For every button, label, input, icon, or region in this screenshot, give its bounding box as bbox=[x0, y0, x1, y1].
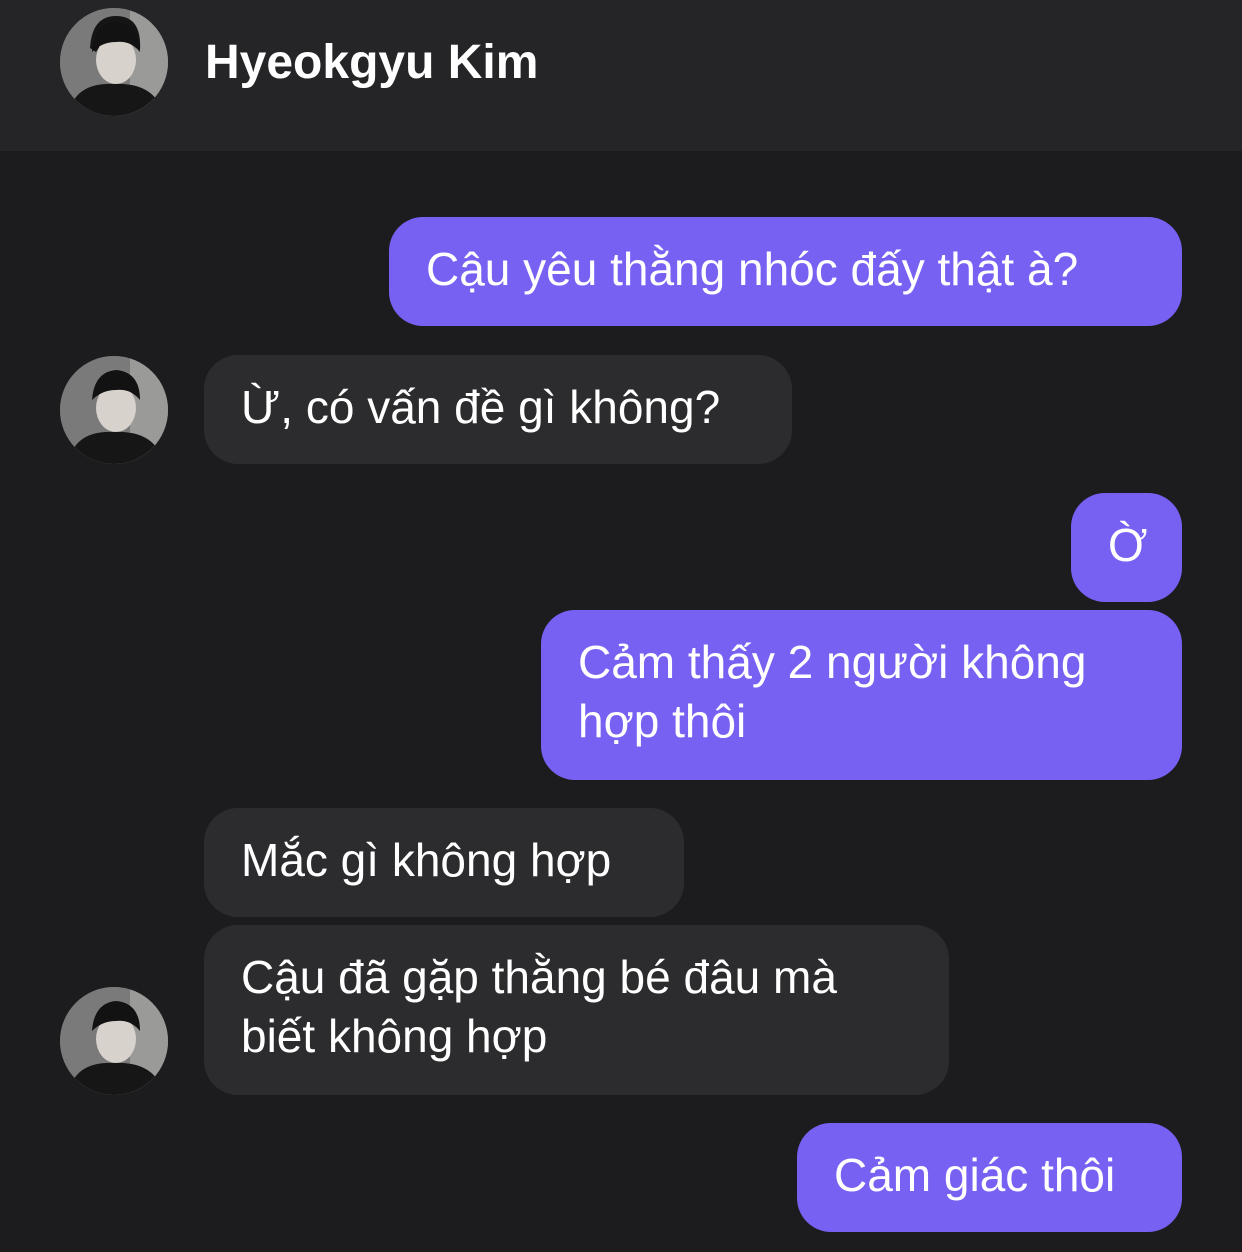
message-text-line: biết không hợp bbox=[241, 1010, 548, 1062]
message-text: Ừ, có vấn đề gì không? bbox=[241, 381, 721, 433]
profile-photo-icon bbox=[60, 356, 168, 464]
message-text-line: Cảm thấy 2 người không bbox=[578, 636, 1087, 688]
message-text: Mắc gì không hợp bbox=[241, 834, 612, 886]
contact-name[interactable]: Hyeokgyu Kim bbox=[205, 34, 538, 92]
message-text: Ờ bbox=[1108, 519, 1148, 571]
message-text-line: hợp thôi bbox=[578, 695, 747, 747]
message-text: Cảm giác thôi bbox=[834, 1149, 1116, 1201]
received-message-bubble[interactable]: Cậu đã gặp thằng bé đâu mà biết không hợ… bbox=[204, 925, 949, 1095]
header-avatar[interactable] bbox=[60, 8, 168, 116]
sent-message-bubble[interactable]: Cảm giác thôi bbox=[797, 1123, 1182, 1232]
message-text-line: Cậu đã gặp thằng bé đâu mà bbox=[241, 951, 837, 1003]
sent-message-bubble[interactable]: Cậu yêu thằng nhóc đấy thật à? bbox=[389, 217, 1182, 326]
sent-message-bubble[interactable]: Cảm thấy 2 người không hợp thôi bbox=[541, 610, 1182, 780]
received-message-bubble[interactable]: Ừ, có vấn đề gì không? bbox=[204, 355, 792, 464]
sender-avatar[interactable] bbox=[60, 987, 168, 1095]
profile-photo-icon bbox=[60, 8, 168, 116]
sent-message-bubble[interactable]: Ờ bbox=[1071, 493, 1182, 602]
received-message-bubble[interactable]: Mắc gì không hợp bbox=[204, 808, 684, 917]
sender-avatar[interactable] bbox=[60, 356, 168, 464]
chat-header: Hyeokgyu Kim bbox=[0, 0, 1242, 151]
profile-photo-icon bbox=[60, 987, 168, 1095]
message-text: Cậu yêu thằng nhóc đấy thật à? bbox=[426, 243, 1079, 295]
